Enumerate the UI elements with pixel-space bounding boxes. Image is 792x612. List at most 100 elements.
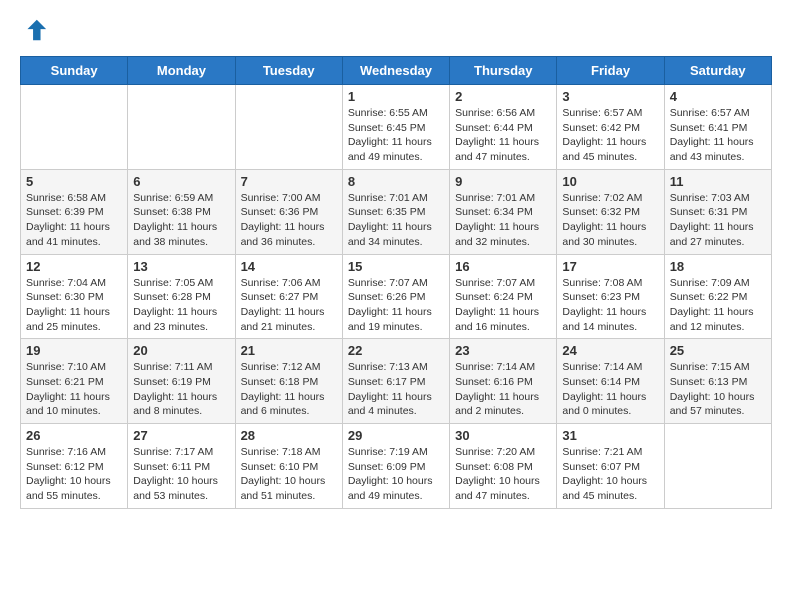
day-info: Sunrise: 7:05 AM Sunset: 6:28 PM Dayligh… [133,276,229,335]
calendar-cell: 20Sunrise: 7:11 AM Sunset: 6:19 PM Dayli… [128,339,235,424]
calendar-cell: 1 Sunrise: 6:55 AM Sunset: 6:45 PM Daylig… [342,85,449,170]
calendar-cell: 5 Sunrise: 6:58 AM Sunset: 6:39 PM Daylig… [21,169,128,254]
day-number: 13 [133,259,229,274]
day-number: 6 [133,174,229,189]
calendar-cell: 22Sunrise: 7:13 AM Sunset: 6:17 PM Dayli… [342,339,449,424]
calendar-cell [235,85,342,170]
calendar-cell: 23 Sunrise: 7:14 AM Sunset: 6:16 PM Dayli… [450,339,557,424]
day-info: Sunrise: 7:10 AM Sunset: 6:21 PM Dayligh… [26,360,122,419]
day-number: 4 [670,89,766,104]
day-info: Sunrise: 7:20 AM Sunset: 6:08 PM Dayligh… [455,445,551,504]
weekday-header-monday: Monday [128,57,235,85]
day-info: Sunrise: 6:55 AM Sunset: 6:45 PM Dayligh… [348,106,444,165]
logo-icon [20,16,48,44]
week-row-1: 1 Sunrise: 6:55 AM Sunset: 6:45 PM Daylig… [21,85,772,170]
day-info: Sunrise: 7:13 AM Sunset: 6:17 PM Dayligh… [348,360,444,419]
calendar-cell: 7Sunrise: 7:00 AM Sunset: 6:36 PM Daylig… [235,169,342,254]
calendar-cell: 24 Sunrise: 7:14 AM Sunset: 6:14 PM Dayli… [557,339,664,424]
calendar-cell [128,85,235,170]
weekday-header-sunday: Sunday [21,57,128,85]
day-number: 28 [241,428,337,443]
calendar-cell: 13 Sunrise: 7:05 AM Sunset: 6:28 PM Dayli… [128,254,235,339]
calendar-cell [21,85,128,170]
calendar-cell: 11 Sunrise: 7:03 AM Sunset: 6:31 PM Dayli… [664,169,771,254]
day-info: Sunrise: 6:59 AM Sunset: 6:38 PM Dayligh… [133,191,229,250]
day-number: 9 [455,174,551,189]
calendar-cell: 21 Sunrise: 7:12 AM Sunset: 6:18 PM Dayli… [235,339,342,424]
day-number: 30 [455,428,551,443]
day-info: Sunrise: 7:21 AM Sunset: 6:07 PM Dayligh… [562,445,658,504]
calendar-cell: 31 Sunrise: 7:21 AM Sunset: 6:07 PM Dayli… [557,424,664,509]
page: SundayMondayTuesdayWednesdayThursdayFrid… [0,0,792,612]
day-info: Sunrise: 7:03 AM Sunset: 6:31 PM Dayligh… [670,191,766,250]
day-info: Sunrise: 7:07 AM Sunset: 6:26 PM Dayligh… [348,276,444,335]
calendar-cell: 28 Sunrise: 7:18 AM Sunset: 6:10 PM Dayli… [235,424,342,509]
calendar-cell: 30 Sunrise: 7:20 AM Sunset: 6:08 PM Dayli… [450,424,557,509]
day-info: Sunrise: 7:06 AM Sunset: 6:27 PM Dayligh… [241,276,337,335]
day-number: 5 [26,174,122,189]
calendar-cell: 14 Sunrise: 7:06 AM Sunset: 6:27 PM Dayli… [235,254,342,339]
day-info: Sunrise: 7:01 AM Sunset: 6:34 PM Dayligh… [455,191,551,250]
day-number: 12 [26,259,122,274]
calendar-cell [664,424,771,509]
header [20,16,772,44]
day-number: 18 [670,259,766,274]
calendar-cell: 6 Sunrise: 6:59 AM Sunset: 6:38 PM Daylig… [128,169,235,254]
weekday-header-row: SundayMondayTuesdayWednesdayThursdayFrid… [21,57,772,85]
calendar-cell: 16 Sunrise: 7:07 AM Sunset: 6:24 PM Dayli… [450,254,557,339]
day-number: 26 [26,428,122,443]
day-info: Sunrise: 7:14 AM Sunset: 6:14 PM Dayligh… [562,360,658,419]
day-number: 29 [348,428,444,443]
week-row-5: 26 Sunrise: 7:16 AM Sunset: 6:12 PM Dayli… [21,424,772,509]
day-number: 2 [455,89,551,104]
day-info: Sunrise: 7:01 AM Sunset: 6:35 PM Dayligh… [348,191,444,250]
day-info: Sunrise: 6:56 AM Sunset: 6:44 PM Dayligh… [455,106,551,165]
calendar-cell: 19 Sunrise: 7:10 AM Sunset: 6:21 PM Dayli… [21,339,128,424]
week-row-2: 5 Sunrise: 6:58 AM Sunset: 6:39 PM Daylig… [21,169,772,254]
day-info: Sunrise: 7:19 AM Sunset: 6:09 PM Dayligh… [348,445,444,504]
calendar-cell: 25Sunrise: 7:15 AM Sunset: 6:13 PM Dayli… [664,339,771,424]
weekday-header-friday: Friday [557,57,664,85]
day-number: 11 [670,174,766,189]
calendar-cell: 3 Sunrise: 6:57 AM Sunset: 6:42 PM Daylig… [557,85,664,170]
day-info: Sunrise: 7:09 AM Sunset: 6:22 PM Dayligh… [670,276,766,335]
calendar-cell: 4 Sunrise: 6:57 AM Sunset: 6:41 PM Daylig… [664,85,771,170]
day-info: Sunrise: 7:02 AM Sunset: 6:32 PM Dayligh… [562,191,658,250]
calendar-table: SundayMondayTuesdayWednesdayThursdayFrid… [20,56,772,509]
day-number: 1 [348,89,444,104]
day-number: 16 [455,259,551,274]
calendar-cell: 17 Sunrise: 7:08 AM Sunset: 6:23 PM Dayli… [557,254,664,339]
day-info: Sunrise: 6:57 AM Sunset: 6:42 PM Dayligh… [562,106,658,165]
day-info: Sunrise: 7:12 AM Sunset: 6:18 PM Dayligh… [241,360,337,419]
day-number: 3 [562,89,658,104]
day-number: 20 [133,343,229,358]
day-number: 23 [455,343,551,358]
calendar-cell: 29 Sunrise: 7:19 AM Sunset: 6:09 PM Dayli… [342,424,449,509]
day-number: 17 [562,259,658,274]
day-info: Sunrise: 6:57 AM Sunset: 6:41 PM Dayligh… [670,106,766,165]
day-number: 14 [241,259,337,274]
day-number: 15 [348,259,444,274]
day-number: 24 [562,343,658,358]
day-number: 19 [26,343,122,358]
weekday-header-tuesday: Tuesday [235,57,342,85]
day-number: 27 [133,428,229,443]
day-number: 8 [348,174,444,189]
calendar-cell: 12 Sunrise: 7:04 AM Sunset: 6:30 PM Dayli… [21,254,128,339]
day-info: Sunrise: 7:00 AM Sunset: 6:36 PM Dayligh… [241,191,337,250]
calendar-cell: 10 Sunrise: 7:02 AM Sunset: 6:32 PM Dayli… [557,169,664,254]
weekday-header-wednesday: Wednesday [342,57,449,85]
day-info: Sunrise: 7:04 AM Sunset: 6:30 PM Dayligh… [26,276,122,335]
weekday-header-saturday: Saturday [664,57,771,85]
weekday-header-thursday: Thursday [450,57,557,85]
day-info: Sunrise: 7:07 AM Sunset: 6:24 PM Dayligh… [455,276,551,335]
logo [20,16,50,44]
day-number: 10 [562,174,658,189]
day-info: Sunrise: 7:18 AM Sunset: 6:10 PM Dayligh… [241,445,337,504]
day-info: Sunrise: 6:58 AM Sunset: 6:39 PM Dayligh… [26,191,122,250]
day-number: 31 [562,428,658,443]
day-number: 21 [241,343,337,358]
day-info: Sunrise: 7:08 AM Sunset: 6:23 PM Dayligh… [562,276,658,335]
day-info: Sunrise: 7:14 AM Sunset: 6:16 PM Dayligh… [455,360,551,419]
day-info: Sunrise: 7:16 AM Sunset: 6:12 PM Dayligh… [26,445,122,504]
